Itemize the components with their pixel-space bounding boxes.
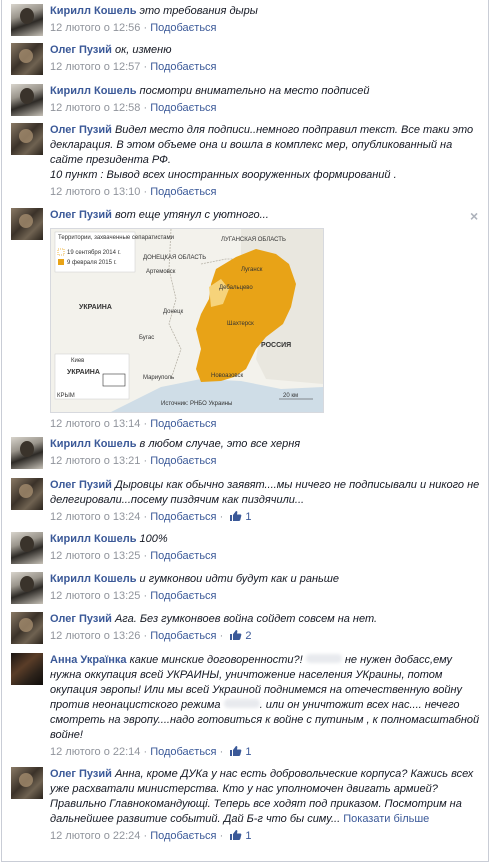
- like-button[interactable]: Подобається: [150, 186, 216, 198]
- map-label-artemovsk: Артемовск: [146, 269, 176, 275]
- comment-timestamp[interactable]: 12 лютого о 13:26: [50, 630, 140, 642]
- map-scale: 20 км: [283, 393, 298, 399]
- comment-author[interactable]: Анна Украïнка: [50, 654, 127, 666]
- like-count[interactable]: 1: [245, 746, 251, 758]
- avatar[interactable]: [11, 612, 43, 644]
- comment-thread: Кирилл Кошель это требования дыры 12 лют…: [1, 0, 489, 862]
- comment-text: посмотри внимательно на место подписей: [139, 85, 370, 97]
- map-label-lugansk-oblast: ЛУГАНСКАЯ ОБЛАСТЬ: [221, 237, 286, 243]
- comment-author[interactable]: Олег Пузий: [50, 613, 112, 625]
- comment-timestamp[interactable]: 12 лютого о 12:56: [50, 22, 140, 34]
- avatar[interactable]: [11, 653, 43, 685]
- comment-author[interactable]: Кирилл Кошель: [50, 533, 136, 545]
- avatar[interactable]: [11, 437, 43, 469]
- map-label-russia: РОССИЯ: [261, 342, 291, 349]
- comment-text: Ага. Без гумконвоев война сойдет совсем …: [114, 613, 378, 625]
- avatar[interactable]: [11, 123, 43, 155]
- comment-author[interactable]: Кирилл Кошель: [50, 85, 136, 97]
- redacted-text: [223, 699, 260, 708]
- like-button[interactable]: Подобається: [150, 590, 216, 602]
- avatar[interactable]: [11, 84, 43, 116]
- avatar[interactable]: [11, 43, 43, 75]
- like-count[interactable]: 2: [245, 630, 251, 642]
- comment-author[interactable]: Кирилл Кошель: [50, 573, 136, 585]
- comment-author[interactable]: Кирилл Кошель: [50, 438, 136, 450]
- like-thumb-icon: [230, 511, 242, 521]
- legend-item-2: 9 февраля 2015 г.: [67, 260, 117, 266]
- avatar[interactable]: [11, 4, 43, 36]
- comment-text: и гумконвои идти будут как и раньше: [139, 573, 340, 585]
- inset-label-kiev: Киев: [71, 358, 84, 364]
- like-thumb-icon: [230, 630, 242, 640]
- map-label-lugansk: Луганск: [241, 267, 263, 273]
- comment-author[interactable]: Кирилл Кошель: [50, 5, 136, 17]
- like-count[interactable]: 1: [245, 830, 251, 842]
- comment-author[interactable]: Олег Пузий: [50, 124, 112, 136]
- map-label-bugas: Бугас: [139, 335, 154, 341]
- comment-timestamp[interactable]: 12 лютого о 13:21: [50, 455, 140, 467]
- close-icon[interactable]: ×: [470, 208, 478, 224]
- comment-timestamp[interactable]: 12 лютого о 13:10: [50, 186, 140, 198]
- like-button[interactable]: Подобається: [150, 630, 216, 642]
- comment-text: это требования дыры: [139, 5, 258, 17]
- legend-title: Территории, захваченные сепаратистами: [58, 235, 174, 241]
- map-label-mariupol: Мариуполь: [143, 375, 174, 381]
- like-button[interactable]: Подобається: [150, 830, 216, 842]
- map-label-shakhtersk: Шахтерск: [227, 321, 254, 327]
- like-button[interactable]: Подобається: [150, 511, 216, 523]
- comment-text: Дыровцы как обычно заявят....мы ничего н…: [50, 479, 480, 506]
- avatar[interactable]: [11, 767, 43, 799]
- comment-text: вот еще утянул с уютного...: [114, 209, 269, 221]
- avatar[interactable]: [11, 532, 43, 564]
- comment-timestamp[interactable]: 12 лютого о 13:25: [50, 550, 140, 562]
- avatar[interactable]: [11, 478, 43, 510]
- comment-timestamp[interactable]: 12 лютого о 13:24: [50, 511, 140, 523]
- inset-label-crimea: КРЫМ: [57, 393, 75, 399]
- avatar[interactable]: [11, 572, 43, 604]
- like-button[interactable]: Подобається: [150, 418, 216, 430]
- comment-text: в любом случае, это все херня: [139, 438, 301, 450]
- map-label-novoazovsk: Новоазовск: [211, 373, 244, 379]
- comment-text-line-2: 10 пункт : Вывод всех иностранных вооруж…: [50, 169, 397, 181]
- like-button[interactable]: Подобається: [150, 455, 216, 467]
- comment-author[interactable]: Олег Пузий: [50, 768, 112, 780]
- comment-text: Видел место для подписи..немного подправ…: [50, 124, 474, 166]
- comment-author[interactable]: Олег Пузий: [50, 44, 112, 56]
- comment-text: какие минские договоренности?!: [129, 654, 303, 666]
- comment-timestamp[interactable]: 12 лютого о 12:58: [50, 102, 140, 114]
- comment-timestamp[interactable]: 12 лютого о 12:57: [50, 61, 140, 73]
- map-label-donetsk-oblast: ДОНЕЦКАЯ ОБЛАСТЬ: [143, 255, 206, 261]
- like-button[interactable]: Подобається: [150, 102, 216, 114]
- like-button[interactable]: Подобається: [150, 746, 216, 758]
- map-image[interactable]: Территории, захваченные сепаратистами 19…: [50, 228, 324, 413]
- like-thumb-icon: [230, 830, 242, 840]
- comment-author[interactable]: Олег Пузий: [50, 209, 112, 221]
- comment-text: 100%: [139, 533, 168, 545]
- legend-item-1: 19 сентября 2014 г.: [67, 250, 121, 256]
- show-more-link[interactable]: Показати більше: [343, 813, 429, 825]
- like-count[interactable]: 1: [245, 511, 251, 523]
- like-button[interactable]: Подобається: [150, 22, 216, 34]
- comment-timestamp[interactable]: 12 лютого о 13:25: [50, 590, 140, 602]
- like-button[interactable]: Подобається: [150, 550, 216, 562]
- comment-timestamp[interactable]: 12 лютого о 22:24: [50, 830, 140, 842]
- redacted-text: [305, 654, 342, 663]
- comment-timestamp[interactable]: 12 лютого о 22:14: [50, 746, 140, 758]
- map-label-donetsk: Донецк: [163, 309, 184, 315]
- avatar[interactable]: [11, 208, 43, 240]
- like-button[interactable]: Подобається: [150, 61, 216, 73]
- inset-label-ukraine: УКРАИНА: [67, 369, 100, 376]
- comment-author[interactable]: Олег Пузий: [50, 479, 112, 491]
- map-label-ukraine: УКРАИНА: [79, 304, 112, 311]
- like-thumb-icon: [230, 746, 242, 756]
- map-label-debaltsevo: Дебальцево: [219, 285, 253, 291]
- comment-timestamp[interactable]: 12 лютого о 13:14: [50, 418, 140, 430]
- map-source: Источник: РНБО Украины: [161, 401, 232, 407]
- comment-text: ок, изменю: [114, 44, 172, 56]
